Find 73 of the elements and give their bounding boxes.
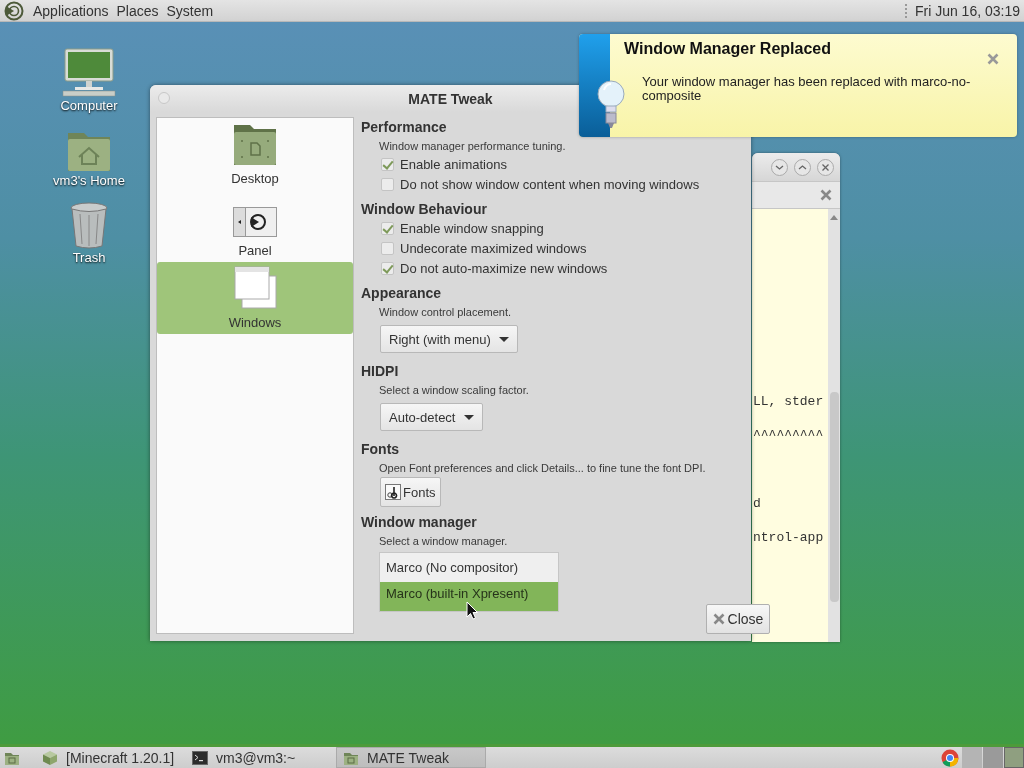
close-button[interactable]: Close <box>705 604 771 634</box>
sidebar-item[interactable]: Desktop <box>157 118 353 190</box>
trash-icon[interactable] <box>69 202 109 250</box>
checkbox[interactable] <box>381 241 394 255</box>
windows-icon <box>233 266 277 309</box>
text-line: ^^^^^^^^^ <box>753 427 825 445</box>
close-icon[interactable] <box>820 189 832 201</box>
clock[interactable]: Fri Jun 16, 03:19 <box>914 2 1020 19</box>
section-heading: Window manager <box>361 513 478 531</box>
sidebar-item[interactable]: Panel <box>157 190 353 262</box>
section-description: Open Font preferences and click Details... to fine tune the font DPI. <box>379 461 706 476</box>
section-heading: Fonts <box>361 440 401 458</box>
checkbox[interactable] <box>381 221 394 235</box>
window-title: MATE Tweak <box>408 90 493 107</box>
checkbox[interactable] <box>381 157 394 171</box>
workspace-switcher[interactable] <box>962 747 1024 768</box>
taskbar-button[interactable]: vm3@vm3:~ <box>186 747 336 768</box>
section-heading: Window Behaviour <box>361 200 488 218</box>
scroll-thumb[interactable] <box>829 392 839 602</box>
window-menu-button[interactable] <box>158 92 170 104</box>
chevron-up-icon[interactable] <box>794 158 811 176</box>
fonts-button[interactable]: Fonts <box>380 477 441 507</box>
chevron-down-icon[interactable] <box>771 158 788 176</box>
computer-icon[interactable] <box>61 48 117 98</box>
icon-label[interactable]: vm3's Home <box>53 173 125 188</box>
checkbox-label[interactable]: Do not show window content when moving windows <box>400 176 700 192</box>
scrollbar[interactable] <box>828 209 840 642</box>
checkbox-label[interactable]: Enable animations <box>400 156 507 172</box>
lightbulb-icon <box>596 78 626 130</box>
checkbox[interactable] <box>381 261 394 275</box>
menu-item[interactable]: Places <box>112 2 163 19</box>
menu-item[interactable]: Applications <box>29 2 113 19</box>
close-icon <box>712 613 725 625</box>
panel-icon <box>233 207 277 237</box>
notification-title: Window Manager Replaced <box>624 40 832 58</box>
taskbar-button[interactable]: MATE Tweak <box>336 747 486 768</box>
list-item[interactable]: Marco (No compositor) <box>380 553 558 582</box>
close-icon[interactable] <box>987 53 999 65</box>
caret-icon <box>498 336 509 342</box>
list-item[interactable]: Marco (built-in Xpresent) <box>380 582 558 611</box>
text-line: ntrol-app <box>753 529 825 547</box>
close-icon[interactable] <box>817 158 834 176</box>
terminal-icon <box>192 749 208 766</box>
checkbox[interactable] <box>381 177 394 191</box>
section-description: Select a window scaling factor. <box>379 383 529 398</box>
section-heading: Performance <box>361 118 448 136</box>
section-description: Select a window manager. <box>379 534 508 549</box>
caret-icon <box>463 414 474 420</box>
mouse-pointer-icon <box>466 601 478 620</box>
checkbox-label[interactable]: Do not auto-maximize new windows <box>400 260 608 276</box>
text-line: LL, stder <box>753 393 825 411</box>
folder-icon <box>233 123 277 165</box>
notification-message: Your window manager has been replaced with marco-no-composite <box>642 75 972 103</box>
checkbox-label[interactable]: Undecorate maximized windows <box>400 240 587 256</box>
section-description: Window control placement. <box>379 305 512 320</box>
scroll-up-arrow-icon[interactable] <box>830 215 838 220</box>
panel-handle[interactable] <box>904 3 909 18</box>
browser-icon[interactable] <box>941 748 959 767</box>
checkbox-label[interactable]: Enable window snapping <box>400 220 544 236</box>
font-icon <box>385 484 401 500</box>
icon-label[interactable]: Trash <box>72 250 106 265</box>
dropdown[interactable]: Right (with menu) <box>380 325 518 353</box>
taskbar-button[interactable]: [Minecraft 1.20.1] <box>36 747 186 768</box>
menu-item[interactable]: System <box>162 2 218 19</box>
cube-icon <box>42 749 58 766</box>
menu-logo-icon[interactable] <box>4 0 24 21</box>
icon-label[interactable]: Computer <box>60 98 118 113</box>
section-heading: HIDPI <box>361 362 400 380</box>
section-heading: Appearance <box>361 284 443 302</box>
text-line: d <box>753 495 762 513</box>
section-description: Window manager performance tuning. <box>379 139 566 154</box>
sidebar-item[interactable]: Windows <box>157 262 353 334</box>
dropdown[interactable]: Auto-detect <box>380 403 483 431</box>
